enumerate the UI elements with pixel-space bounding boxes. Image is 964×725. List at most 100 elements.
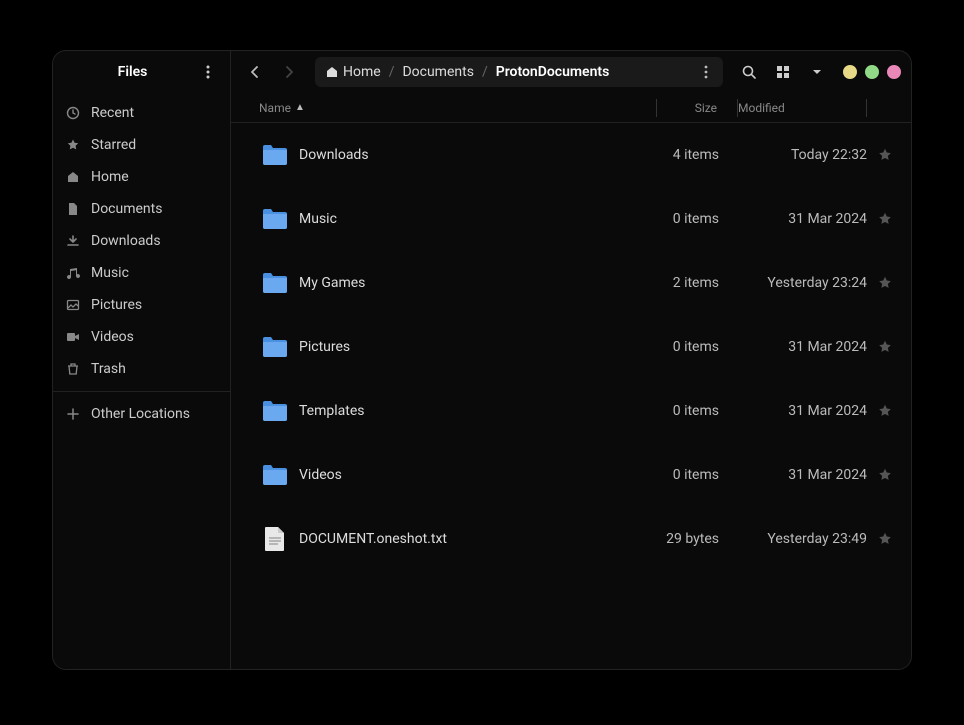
file-modified: 31 Mar 2024 (739, 403, 867, 419)
file-row[interactable]: Downloads 4 items Today 22:32 (239, 123, 903, 187)
file-modified: Today 22:32 (739, 147, 867, 163)
sidebar-other-locations[interactable]: Other Locations (53, 398, 230, 430)
file-modified: 31 Mar 2024 (739, 467, 867, 483)
file-row[interactable]: My Games 2 items Yesterday 23:24 (239, 251, 903, 315)
chevron-down-icon (811, 66, 823, 78)
folder-icon (259, 207, 291, 231)
breadcrumb-menu-button[interactable] (695, 61, 717, 83)
sidebar: Files Recent Starred Home Documents Down… (53, 51, 231, 669)
column-name[interactable]: Name ▲ (259, 101, 656, 115)
file-size: 0 items (659, 403, 739, 419)
file-modified: Yesterday 23:24 (739, 275, 867, 291)
search-button[interactable] (735, 58, 763, 86)
sidebar-item-label: Starred (91, 137, 136, 153)
video-icon (65, 330, 81, 344)
toolbar: Home/Documents/ProtonDocuments (231, 51, 911, 93)
sidebar-divider (53, 391, 230, 392)
sort-ascending-icon: ▲ (295, 102, 305, 113)
trash-icon (65, 362, 81, 376)
column-size[interactable]: Size (657, 101, 737, 115)
file-row[interactable]: Templates 0 items 31 Mar 2024 (239, 379, 903, 443)
home-icon (65, 170, 81, 184)
file-modified: 31 Mar 2024 (739, 339, 867, 355)
file-row[interactable]: Music 0 items 31 Mar 2024 (239, 187, 903, 251)
minimize-button[interactable] (843, 65, 857, 79)
breadcrumb-bar: Home/Documents/ProtonDocuments (315, 57, 723, 87)
star-toggle[interactable] (867, 275, 903, 291)
sidebar-item-label: Videos (91, 329, 134, 345)
file-row[interactable]: Videos 0 items 31 Mar 2024 (239, 443, 903, 507)
view-options-button[interactable] (803, 58, 831, 86)
arrow-right-icon (281, 64, 297, 80)
file-size: 0 items (659, 467, 739, 483)
file-name: Music (291, 211, 659, 227)
breadcrumb-separator: / (389, 64, 395, 80)
file-name: Videos (291, 467, 659, 483)
folder-icon (259, 143, 291, 167)
arrow-left-icon (247, 64, 263, 80)
sidebar-item-label: Downloads (91, 233, 161, 249)
sidebar-item-label: Home (91, 169, 129, 185)
sidebar-item-music[interactable]: Music (53, 257, 230, 289)
grid-icon (776, 65, 790, 79)
sidebar-item-downloads[interactable]: Downloads (53, 225, 230, 257)
app-title: Files (69, 64, 196, 80)
file-size: 0 items (659, 211, 739, 227)
folder-icon (259, 463, 291, 487)
sidebar-item-recent[interactable]: Recent (53, 97, 230, 129)
file-row[interactable]: Pictures 0 items 31 Mar 2024 (239, 315, 903, 379)
star-toggle[interactable] (867, 403, 903, 419)
home-icon (325, 65, 339, 79)
back-button[interactable] (241, 58, 269, 86)
dots-vertical-icon (704, 65, 708, 79)
breadcrumb-label: ProtonDocuments (496, 64, 610, 80)
breadcrumb-protondocuments[interactable]: ProtonDocuments (492, 62, 614, 82)
document-icon (65, 202, 81, 216)
view-grid-button[interactable] (769, 58, 797, 86)
star-toggle[interactable] (867, 531, 903, 547)
sidebar-item-trash[interactable]: Trash (53, 353, 230, 385)
sidebar-item-label: Trash (91, 361, 126, 377)
star-toggle[interactable] (867, 339, 903, 355)
picture-icon (65, 298, 81, 312)
sidebar-item-label: Recent (91, 105, 134, 121)
file-size: 4 items (659, 147, 739, 163)
sidebar-item-videos[interactable]: Videos (53, 321, 230, 353)
sidebar-menu-button[interactable] (196, 60, 220, 84)
folder-icon (259, 271, 291, 295)
folder-icon (259, 335, 291, 359)
file-name: Pictures (291, 339, 659, 355)
close-button[interactable] (887, 65, 901, 79)
file-name: DOCUMENT.oneshot.txt (291, 531, 659, 547)
star-icon (65, 138, 81, 152)
forward-button[interactable] (275, 58, 303, 86)
star-toggle[interactable] (867, 211, 903, 227)
star-toggle[interactable] (867, 467, 903, 483)
download-icon (65, 234, 81, 248)
clock-icon (65, 106, 81, 120)
sidebar-item-label: Pictures (91, 297, 142, 313)
maximize-button[interactable] (865, 65, 879, 79)
file-list: Downloads 4 items Today 22:32 Music 0 it… (231, 123, 911, 669)
window-controls (843, 65, 901, 79)
music-icon (65, 266, 81, 280)
sidebar-list: Recent Starred Home Documents Downloads … (53, 93, 230, 385)
sidebar-other-label: Other Locations (91, 406, 190, 422)
sidebar-item-pictures[interactable]: Pictures (53, 289, 230, 321)
breadcrumb-label: Documents (402, 64, 473, 80)
column-modified[interactable]: Modified (738, 101, 866, 115)
breadcrumb-label: Home (343, 64, 381, 80)
file-size: 29 bytes (659, 531, 739, 547)
column-modified-label: Modified (738, 101, 785, 115)
file-modified: 31 Mar 2024 (739, 211, 867, 227)
file-row[interactable]: DOCUMENT.oneshot.txt 29 bytes Yesterday … (239, 507, 903, 571)
breadcrumb-documents[interactable]: Documents (398, 62, 477, 82)
sidebar-item-documents[interactable]: Documents (53, 193, 230, 225)
breadcrumb-home[interactable]: Home (321, 62, 385, 82)
sidebar-item-starred[interactable]: Starred (53, 129, 230, 161)
star-toggle[interactable] (867, 147, 903, 163)
file-name: My Games (291, 275, 659, 291)
column-name-label: Name (259, 101, 291, 115)
sidebar-item-home[interactable]: Home (53, 161, 230, 193)
file-size: 2 items (659, 275, 739, 291)
